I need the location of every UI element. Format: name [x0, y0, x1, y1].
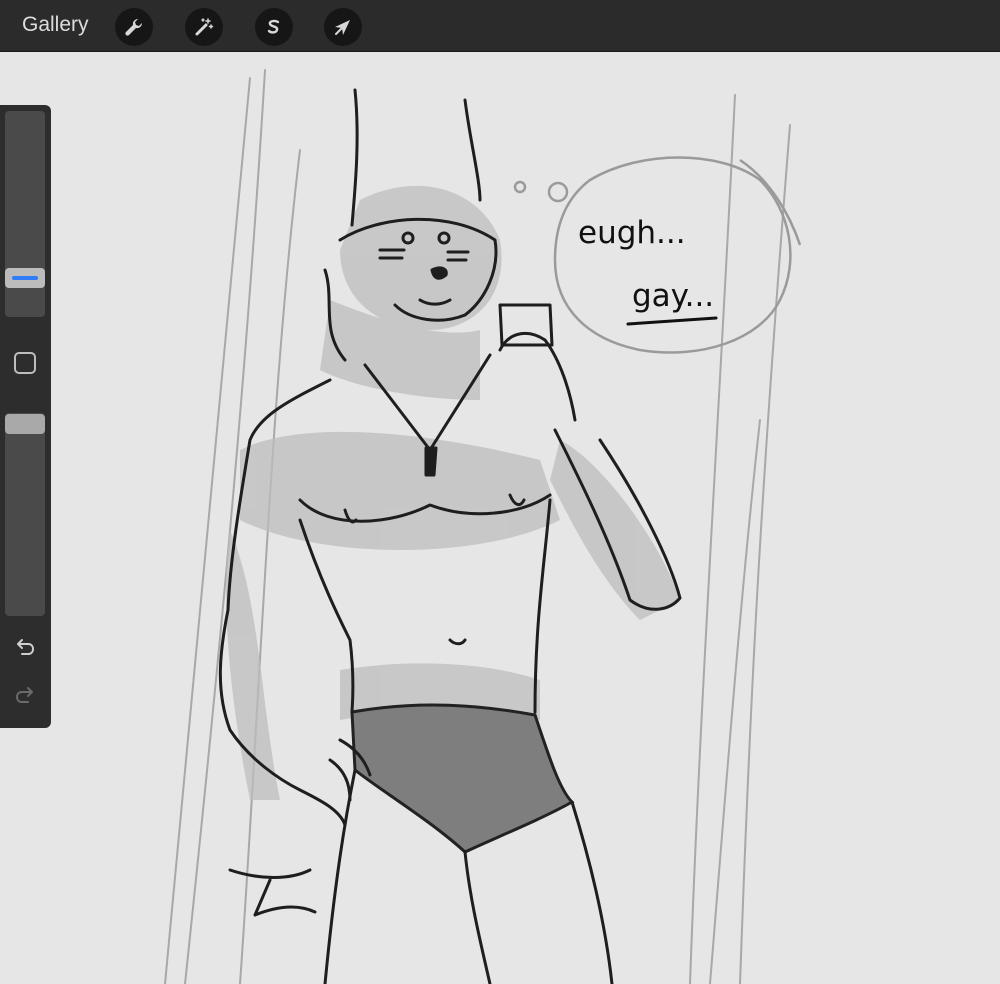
redo-button[interactable]	[10, 683, 40, 709]
selection-button[interactable]	[255, 8, 293, 46]
arrow-cursor-icon	[335, 20, 350, 35]
magic-wand-icon	[195, 18, 214, 36]
brush-size-indicator	[12, 276, 38, 280]
bubble-text-line2: gay...	[632, 278, 714, 314]
opacity-slider[interactable]	[5, 413, 45, 616]
undo-button[interactable]	[10, 635, 40, 661]
redo-icon	[15, 687, 33, 703]
selection-s-icon	[267, 19, 280, 34]
bubble-text-line1: eugh...	[578, 215, 686, 251]
sketch-artwork: eugh... gay...	[164, 69, 802, 984]
underwear-shape	[350, 703, 575, 854]
top-toolbar: Gallery	[0, 0, 1000, 52]
drawing-canvas[interactable]: eugh... gay...	[0, 53, 1000, 984]
gallery-button[interactable]: Gallery	[22, 13, 89, 37]
bubble-underline	[626, 316, 718, 326]
modify-button[interactable]	[14, 352, 36, 374]
transform-button[interactable]	[324, 8, 362, 46]
actions-button[interactable]	[115, 8, 153, 46]
wrench-icon	[125, 18, 143, 36]
opacity-thumb[interactable]	[5, 414, 45, 434]
undo-icon	[17, 639, 35, 655]
adjustments-button[interactable]	[185, 8, 223, 46]
brush-sidebar	[0, 105, 51, 728]
brush-size-thumb[interactable]	[5, 268, 45, 288]
